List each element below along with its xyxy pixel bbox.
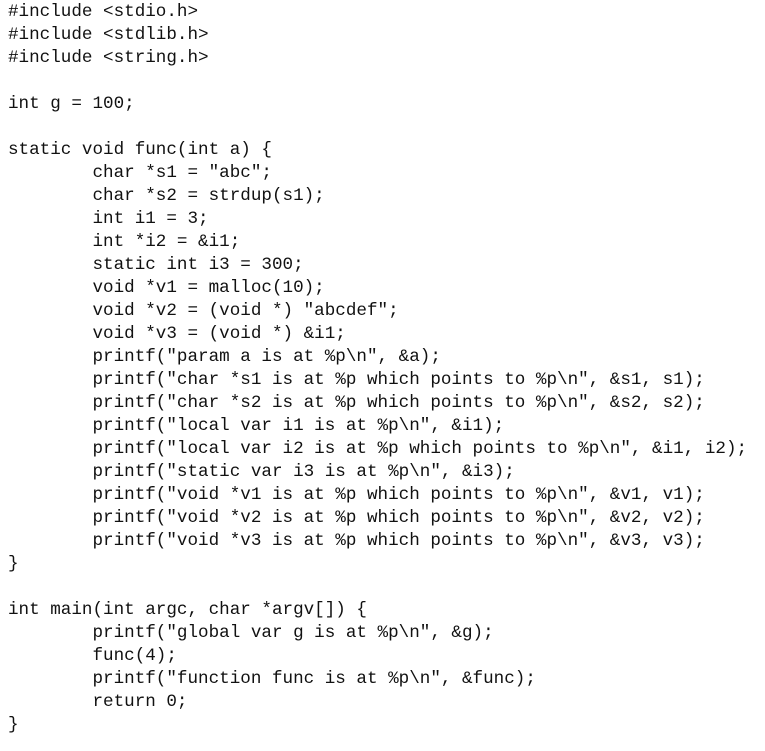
code-line: printf("function func is at %p\n", &func… <box>8 669 536 689</box>
code-line: func(4); <box>8 646 177 666</box>
code-line: printf("static var i3 is at %p\n", &i3); <box>8 462 515 482</box>
code-line: int i1 = 3; <box>8 209 209 229</box>
code-line: static int i3 = 300; <box>8 255 304 275</box>
code-line: int g = 100; <box>8 94 135 114</box>
code-listing: #include <stdio.h> #include <stdlib.h> #in… <box>8 1 747 737</box>
code-line: void *v3 = (void *) &i1; <box>8 324 346 344</box>
code-line: printf("char *s1 is at %p which points t… <box>8 370 705 390</box>
code-line: char *s2 = strdup(s1); <box>8 186 325 206</box>
code-line: int main(int argc, char *argv[]) { <box>8 600 367 620</box>
code-line: #include <stdio.h> <box>8 2 199 22</box>
code-line: printf("local var i2 is at %p which poin… <box>8 439 748 459</box>
code-line: printf("param a is at %p\n", &a); <box>8 347 441 367</box>
code-line: return 0; <box>8 692 188 712</box>
code-line: char *s1 = "abc"; <box>8 163 272 183</box>
code-line: printf("void *v3 is at %p which points t… <box>8 531 705 551</box>
code-line: void *v2 = (void *) "abcdef"; <box>8 301 399 321</box>
code-line: int *i2 = &i1; <box>8 232 241 252</box>
code-line: } <box>8 554 19 574</box>
code-line: void *v1 = malloc(10); <box>8 278 325 298</box>
code-line: printf("global var g is at %p\n", &g); <box>8 623 494 643</box>
code-line: printf("char *s2 is at %p which points t… <box>8 393 705 413</box>
code-line: #include <string.h> <box>8 48 209 68</box>
code-line: printf("void *v2 is at %p which points t… <box>8 508 705 528</box>
code-line: printf("void *v1 is at %p which points t… <box>8 485 705 505</box>
code-line: #include <stdlib.h> <box>8 25 209 45</box>
code-line: printf("local var i1 is at %p\n", &i1); <box>8 416 505 436</box>
code-line: } <box>8 715 19 735</box>
code-line: static void func(int a) { <box>8 140 272 160</box>
